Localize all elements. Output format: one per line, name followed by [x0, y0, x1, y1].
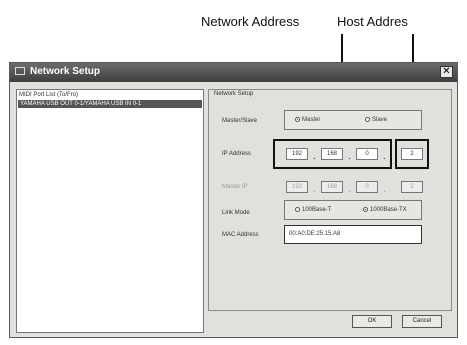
100base-t-radio[interactable]: 100Base-T — [295, 207, 331, 213]
network-setup-group: Network Setup Master/Slave Master Slave … — [208, 89, 452, 311]
network-address-callout: Network Address — [201, 14, 300, 29]
master-ip-label: Master IP — [222, 184, 248, 190]
ip-separator: . — [348, 151, 351, 162]
ok-button[interactable]: OK — [352, 315, 392, 328]
callout-header: Network Address Host Addres — [0, 0, 467, 66]
port-list-header: MIDI Port List (To/Fro) — [19, 92, 79, 98]
link-mode-radio-group: 100Base-T 1000Base-TX — [284, 200, 422, 220]
master-ip-octet-1-input: 192 — [286, 181, 308, 193]
ip-separator: . — [383, 151, 386, 162]
slave-radio[interactable]: Slave — [365, 117, 387, 123]
mac-address-label: MAC Address — [222, 232, 259, 238]
master-radio[interactable]: Master — [295, 117, 320, 123]
radio-unselected-icon — [365, 117, 370, 122]
ip-octet-2-input[interactable]: 168 — [321, 148, 343, 160]
network-setup-dialog: Network Setup ✕ MIDI Port List (To/Fro) … — [9, 62, 458, 338]
cancel-button[interactable]: Cancel — [402, 315, 442, 328]
ip-octet-4-input[interactable]: 2 — [401, 148, 423, 160]
1000base-tx-radio[interactable]: 1000Base-TX — [363, 207, 407, 213]
slave-radio-label: Slave — [372, 117, 388, 123]
ip-address-label: IP Address — [222, 151, 251, 157]
midi-port-list[interactable]: MIDI Port List (To/Fro) YAMAHA USB OUT 0… — [16, 89, 204, 333]
ip-separator: . — [383, 184, 386, 195]
title-bar[interactable]: Network Setup ✕ — [10, 63, 457, 82]
radio-unselected-icon — [295, 207, 300, 212]
master-ip-octet-3-input: 0 — [356, 181, 378, 193]
master-ip-octet-4-input: 2 — [401, 181, 423, 193]
port-row-label: YAMAHA USB OUT 0-1/YAMAHA USB IN 0-1 — [20, 101, 142, 107]
1000base-tx-label: 1000Base-TX — [370, 207, 407, 213]
mac-address-field: 00:A0:DE:25:15:A8 — [284, 225, 422, 244]
link-mode-label: Link Mode — [222, 210, 250, 216]
master-radio-label: Master — [302, 117, 321, 123]
ip-separator: . — [348, 184, 351, 195]
close-button[interactable]: ✕ — [440, 66, 453, 78]
ip-octet-3-input[interactable]: 0 — [356, 148, 378, 160]
ip-separator: . — [313, 184, 316, 195]
radio-selected-icon — [363, 207, 368, 212]
window-title: Network Setup — [30, 66, 101, 77]
100base-t-label: 100Base-T — [302, 207, 332, 213]
radio-selected-icon — [295, 117, 300, 122]
host-address-callout: Host Addres — [337, 14, 408, 29]
window-icon — [15, 67, 25, 75]
master-ip-octet-2-input: 168 — [321, 181, 343, 193]
master-slave-label: Master/Slave — [222, 118, 258, 124]
ip-separator: . — [313, 151, 316, 162]
list-item[interactable]: YAMAHA USB OUT 0-1/YAMAHA USB IN 0-1 — [18, 100, 202, 108]
ip-octet-1-input[interactable]: 192 — [286, 148, 308, 160]
group-label: Network Setup — [214, 91, 254, 97]
master-slave-radio-group: Master Slave — [284, 110, 422, 130]
